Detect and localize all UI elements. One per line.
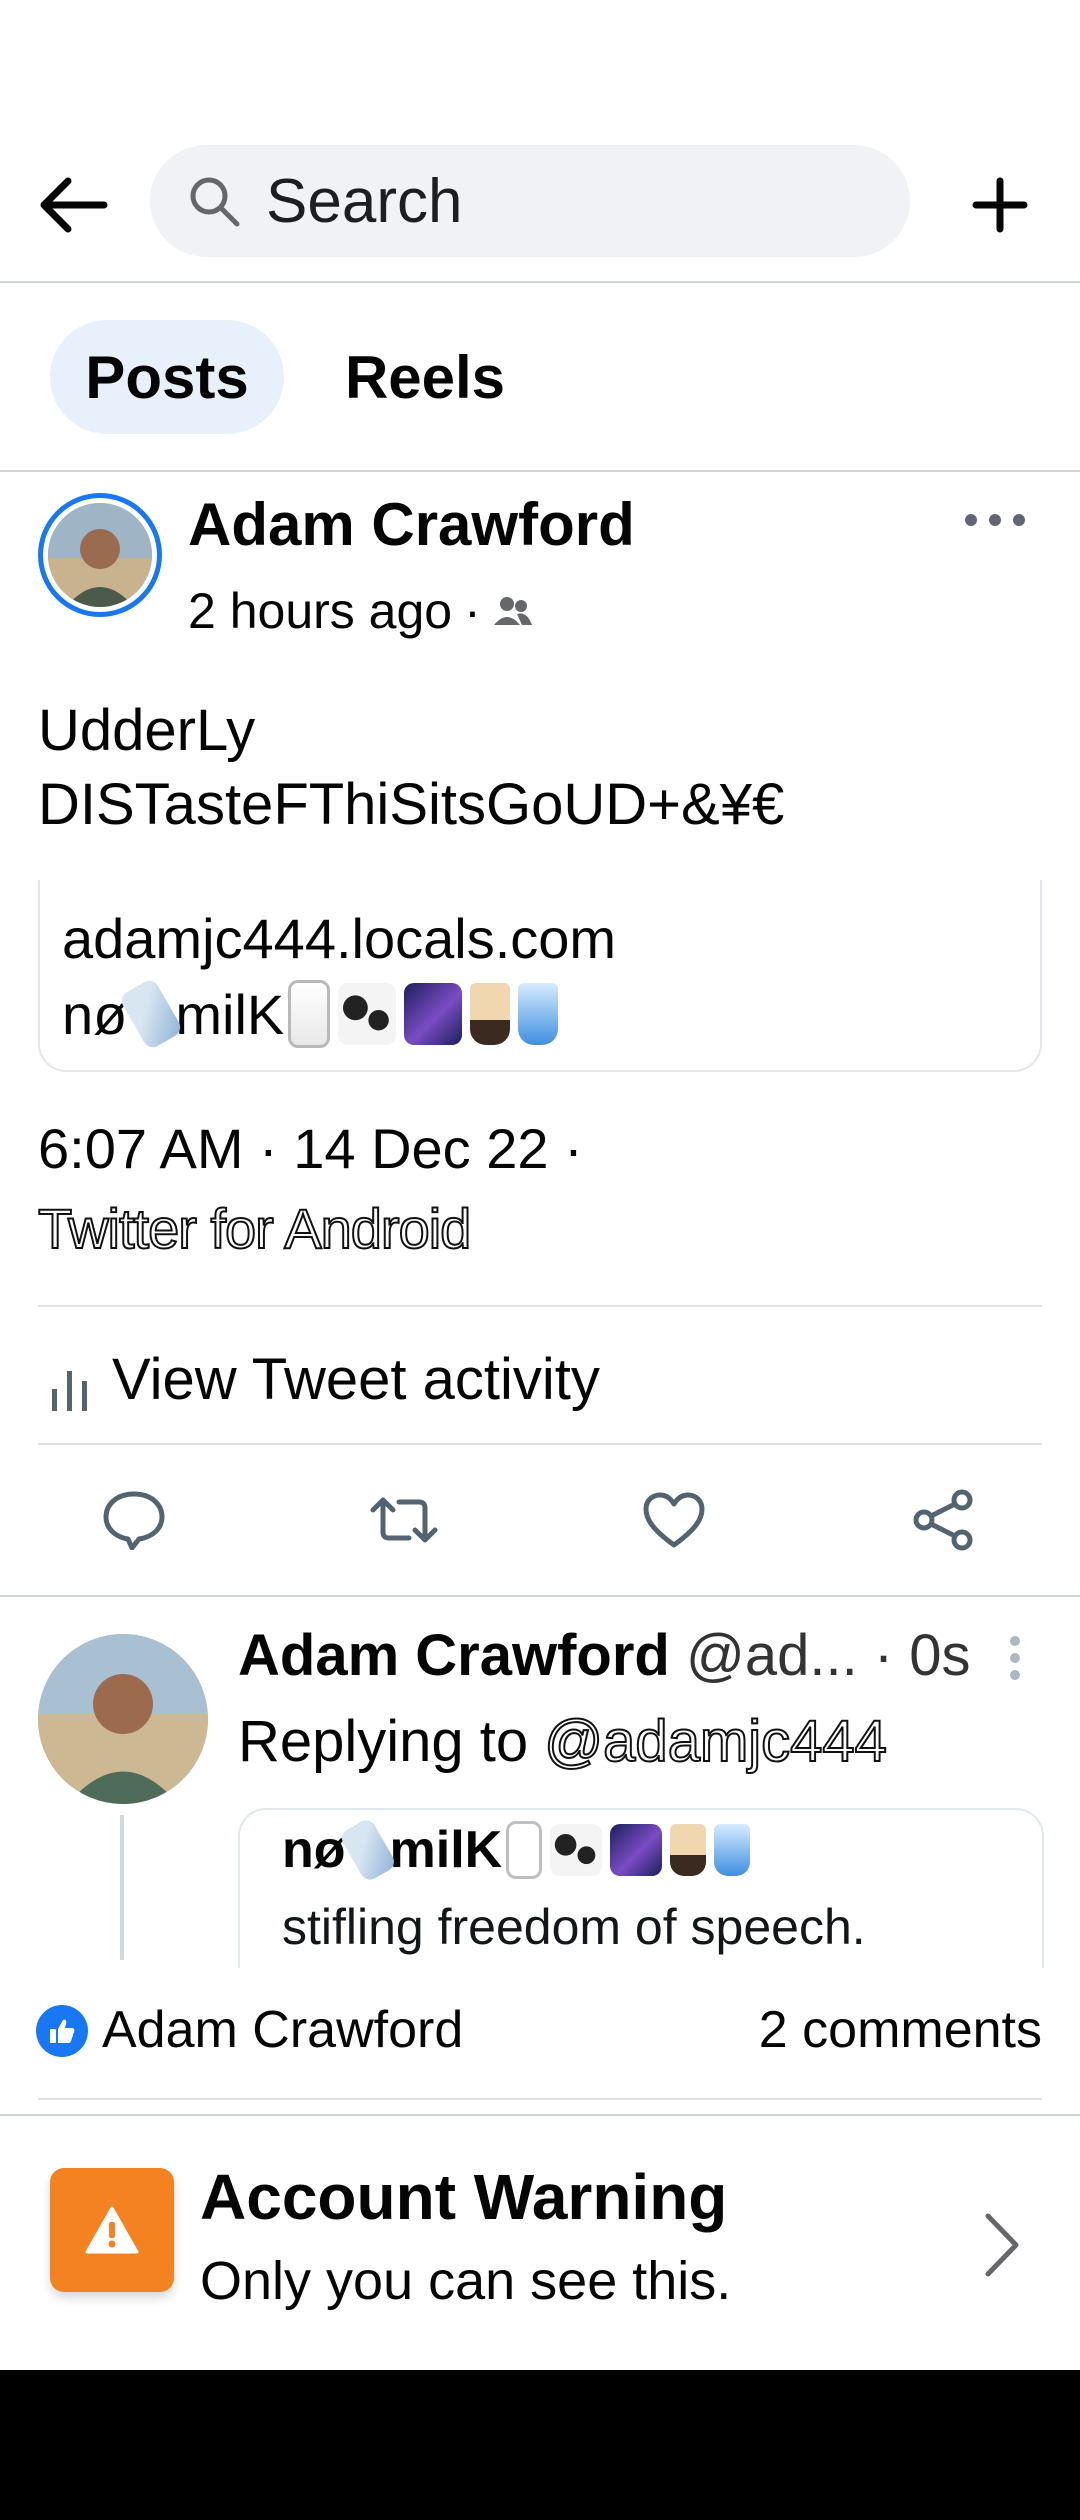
card-url: adamjc444.locals.com xyxy=(62,907,617,970)
milk-glass-emoji-icon xyxy=(288,980,331,1048)
replying-handle[interactable]: @adamjc444 xyxy=(543,1708,888,1775)
cup-with-straw-emoji-icon xyxy=(518,983,559,1045)
quoted-name-part2: milK xyxy=(389,1821,503,1879)
share-icon[interactable] xyxy=(894,1470,994,1570)
author-avatar[interactable] xyxy=(38,493,162,617)
more-vertical-icon[interactable] xyxy=(1010,1636,1022,1680)
warning-title[interactable]: Account Warning xyxy=(200,2160,727,2234)
search-placeholder: Search xyxy=(266,166,463,236)
warning-subtitle: Only you can see this. xyxy=(200,2251,732,2311)
warning-icon xyxy=(50,2168,174,2292)
tab-posts[interactable]: Posts xyxy=(50,320,284,434)
divider xyxy=(0,1595,1080,1597)
bubble-tea-emoji-icon xyxy=(470,983,511,1045)
reply-handle: @ad... xyxy=(685,1623,858,1688)
meta-separator: · xyxy=(464,583,481,639)
milky-way-emoji-icon xyxy=(404,983,463,1045)
post-author-name[interactable]: Adam Crawford xyxy=(188,490,635,559)
more-horizontal-icon[interactable] xyxy=(965,505,1025,535)
search-icon xyxy=(186,173,242,229)
quoted-name-part1: nø xyxy=(282,1821,346,1879)
retweet-icon[interactable] xyxy=(354,1470,454,1570)
card-name-part2: milK xyxy=(175,982,285,1046)
post-text-line1: UdderLy xyxy=(38,698,256,763)
milky-way-emoji-icon xyxy=(610,1824,663,1876)
divider xyxy=(38,2098,1042,2100)
divider xyxy=(0,470,1080,472)
post-time: 2 hours ago xyxy=(188,583,453,639)
post-text: UdderLy DISTasteFThiSitsGoUD+&¥€ xyxy=(38,694,1038,842)
bubble-tea-emoji-icon xyxy=(670,1824,707,1876)
baby-bottle-emoji-icon xyxy=(337,1816,398,1884)
reply-author-avatar[interactable] xyxy=(38,1634,208,1804)
replying-to: Replying to @adamjc444 xyxy=(238,1708,888,1775)
divider xyxy=(0,2114,1080,2116)
heart-icon[interactable] xyxy=(624,1470,724,1570)
post-text-line2: DISTasteFThiSitsGoUD+&¥€ xyxy=(38,772,785,837)
divider xyxy=(38,1305,1042,1307)
arrow-left-icon xyxy=(40,177,108,233)
tweet-actions xyxy=(0,1470,1080,1570)
baby-bottle-emoji-icon xyxy=(118,977,185,1051)
card-name-part1: nø xyxy=(62,982,128,1046)
reply-time: · 0s xyxy=(873,1623,971,1688)
reaction-liker[interactable]: Adam Crawford xyxy=(102,2000,463,2060)
add-button[interactable] xyxy=(955,160,1045,250)
activity-chart-icon xyxy=(50,1358,90,1411)
cow-emoji-icon xyxy=(550,1824,603,1876)
like-reaction-icon xyxy=(36,2005,88,2057)
activity-label: View Tweet activity xyxy=(112,1347,600,1412)
search-bar[interactable]: Search xyxy=(150,145,910,257)
view-tweet-activity[interactable]: View Tweet activity xyxy=(50,1346,600,1413)
quoted-name: nø milK xyxy=(282,1816,754,1884)
reply-header: Adam Crawford @ad... · 0s xyxy=(238,1622,971,1689)
chevron-right-icon[interactable] xyxy=(970,2210,1030,2280)
milk-glass-emoji-icon xyxy=(506,1821,543,1879)
replying-prefix: Replying to xyxy=(238,1709,529,1774)
quoted-text: stifling freedom of speech. xyxy=(282,1899,866,1955)
plus-icon xyxy=(972,177,1028,233)
back-button[interactable] xyxy=(28,160,118,250)
reply-author-name[interactable]: Adam Crawford xyxy=(238,1623,670,1688)
comments-count[interactable]: 2 comments xyxy=(759,2000,1042,2060)
tweet-timestamp: 6:07 AM · 14 Dec 22 · xyxy=(38,1117,583,1180)
divider xyxy=(38,1443,1042,1445)
cow-emoji-icon xyxy=(338,983,397,1045)
divider xyxy=(0,281,1080,283)
card-name: nø milK xyxy=(62,977,562,1051)
post-meta: 2 hours ago · xyxy=(188,582,533,640)
system-navigation-bar xyxy=(0,2370,1080,2520)
tweet-source[interactable]: Twitter for Android xyxy=(37,1196,472,1261)
reply-icon[interactable] xyxy=(84,1470,184,1570)
friends-icon xyxy=(493,597,532,625)
tab-reels[interactable]: Reels xyxy=(325,320,525,434)
thread-line xyxy=(120,1815,124,1960)
cup-with-straw-emoji-icon xyxy=(714,1824,751,1876)
